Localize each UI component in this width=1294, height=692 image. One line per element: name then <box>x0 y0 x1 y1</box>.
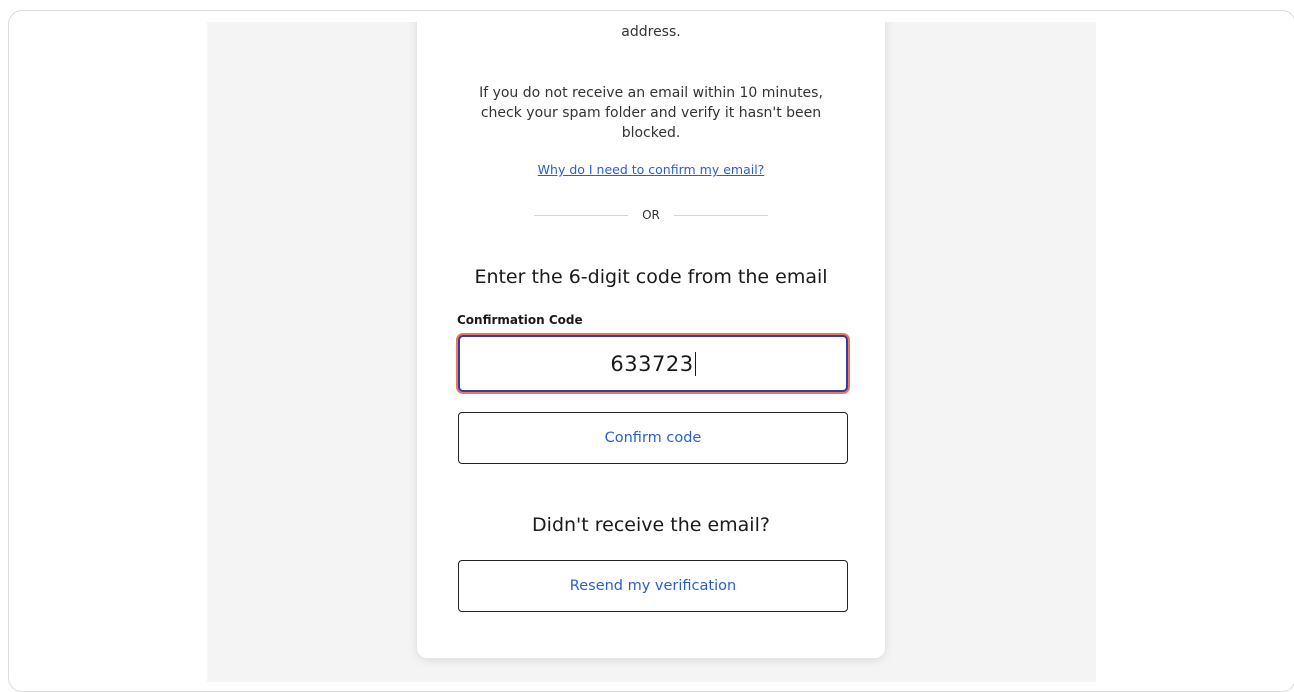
confirm-code-button[interactable]: Confirm code <box>458 412 848 464</box>
page-viewport: and click the link inside to confirm you… <box>207 22 1096 682</box>
spam-note: If you do not receive an email within 10… <box>479 85 823 141</box>
or-divider: OR <box>534 208 768 222</box>
confirmation-code-input[interactable]: 633723 <box>458 335 848 392</box>
intro-text: and click the link inside to confirm you… <box>621 24 681 40</box>
resend-verification-button[interactable]: Resend my verification <box>458 560 848 612</box>
code-heading: Enter the 6-digit code from the email <box>474 266 828 288</box>
why-confirm-link[interactable]: Why do I need to confirm my email? <box>417 162 885 177</box>
confirmation-code-label: Confirmation Code <box>457 313 583 327</box>
verification-card: and click the link inside to confirm you… <box>417 22 885 658</box>
screenshot-frame: and click the link inside to confirm you… <box>8 10 1294 692</box>
divider-line-right <box>674 215 768 216</box>
text-caret <box>694 351 696 376</box>
resend-heading: Didn't receive the email? <box>532 514 770 536</box>
code-input-value: 633723 <box>610 351 694 376</box>
